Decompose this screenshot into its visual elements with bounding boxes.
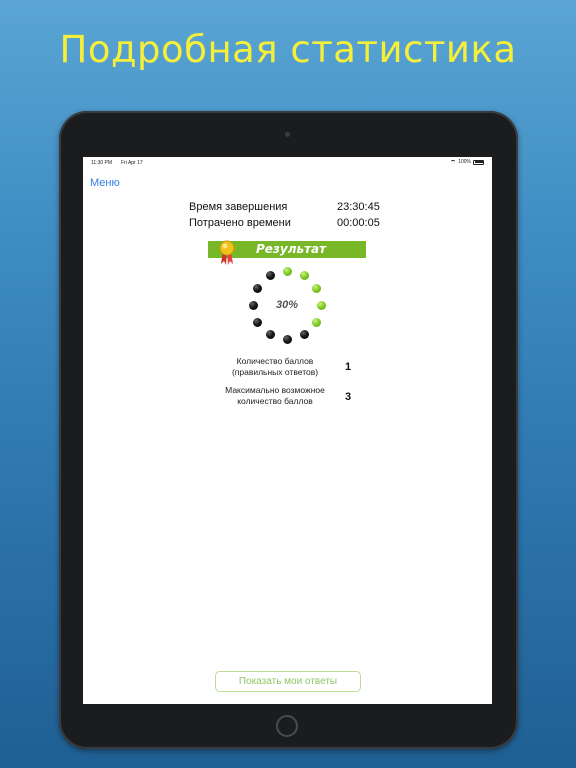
- show-answers-button[interactable]: Показать мои ответы: [215, 671, 361, 692]
- result-banner: Результат: [208, 240, 366, 265]
- app-screen: 11:30 PM Fri Apr 17 100% Меню Время заве…: [83, 157, 492, 704]
- progress-dot-empty: [265, 329, 275, 339]
- progress-ring: 30%: [242, 260, 332, 350]
- battery-icon: [473, 159, 484, 165]
- points-label-line2: (правильных ответов): [231, 367, 319, 377]
- medal-icon: [219, 240, 235, 265]
- menu-button[interactable]: Меню: [90, 177, 120, 189]
- progress-dot-filled: [311, 283, 321, 293]
- max-points-label: Максимально возможное количество баллов: [210, 385, 340, 407]
- max-points-value: 3: [345, 391, 352, 403]
- progress-dot-empty: [265, 271, 275, 281]
- camera-icon: [285, 132, 290, 137]
- battery-percent: 100%: [458, 159, 471, 165]
- status-time: 11:30 PM: [91, 160, 113, 166]
- progress-dot-empty: [282, 334, 292, 344]
- home-button[interactable]: [276, 715, 298, 737]
- progress-dot-empty: [299, 329, 309, 339]
- max-points-label-line1: Максимально возможное: [225, 385, 325, 395]
- wifi-icon: [450, 159, 457, 165]
- max-points-label-line2: количество баллов: [237, 396, 313, 406]
- headline: Подробная статистика: [59, 28, 517, 71]
- progress-dot-filled: [282, 266, 292, 276]
- status-date: Fri Apr 17: [121, 160, 143, 166]
- finish-time-label: Время завершения: [189, 201, 288, 213]
- tablet-frame: 11:30 PM Fri Apr 17 100% Меню Время заве…: [59, 111, 518, 749]
- progress-dot-empty: [248, 300, 258, 310]
- progress-dot-empty: [253, 283, 263, 293]
- points-value: 1: [345, 361, 352, 373]
- progress-dot-empty: [253, 317, 263, 327]
- progress-dot-filled: [311, 317, 321, 327]
- result-label: Результат: [256, 242, 327, 256]
- status-bar: 11:30 PM Fri Apr 17 100%: [83, 157, 492, 169]
- status-right: 100%: [450, 159, 484, 165]
- progress-dot-filled: [316, 300, 326, 310]
- progress-dot-filled: [299, 271, 309, 281]
- time-spent-label: Потрачено времени: [189, 217, 291, 229]
- finish-time-value: 23:30:45: [337, 201, 380, 213]
- time-spent-value: 00:00:05: [337, 217, 380, 229]
- points-label-line1: Количество баллов: [236, 356, 314, 366]
- points-label: Количество баллов (правильных ответов): [210, 356, 340, 378]
